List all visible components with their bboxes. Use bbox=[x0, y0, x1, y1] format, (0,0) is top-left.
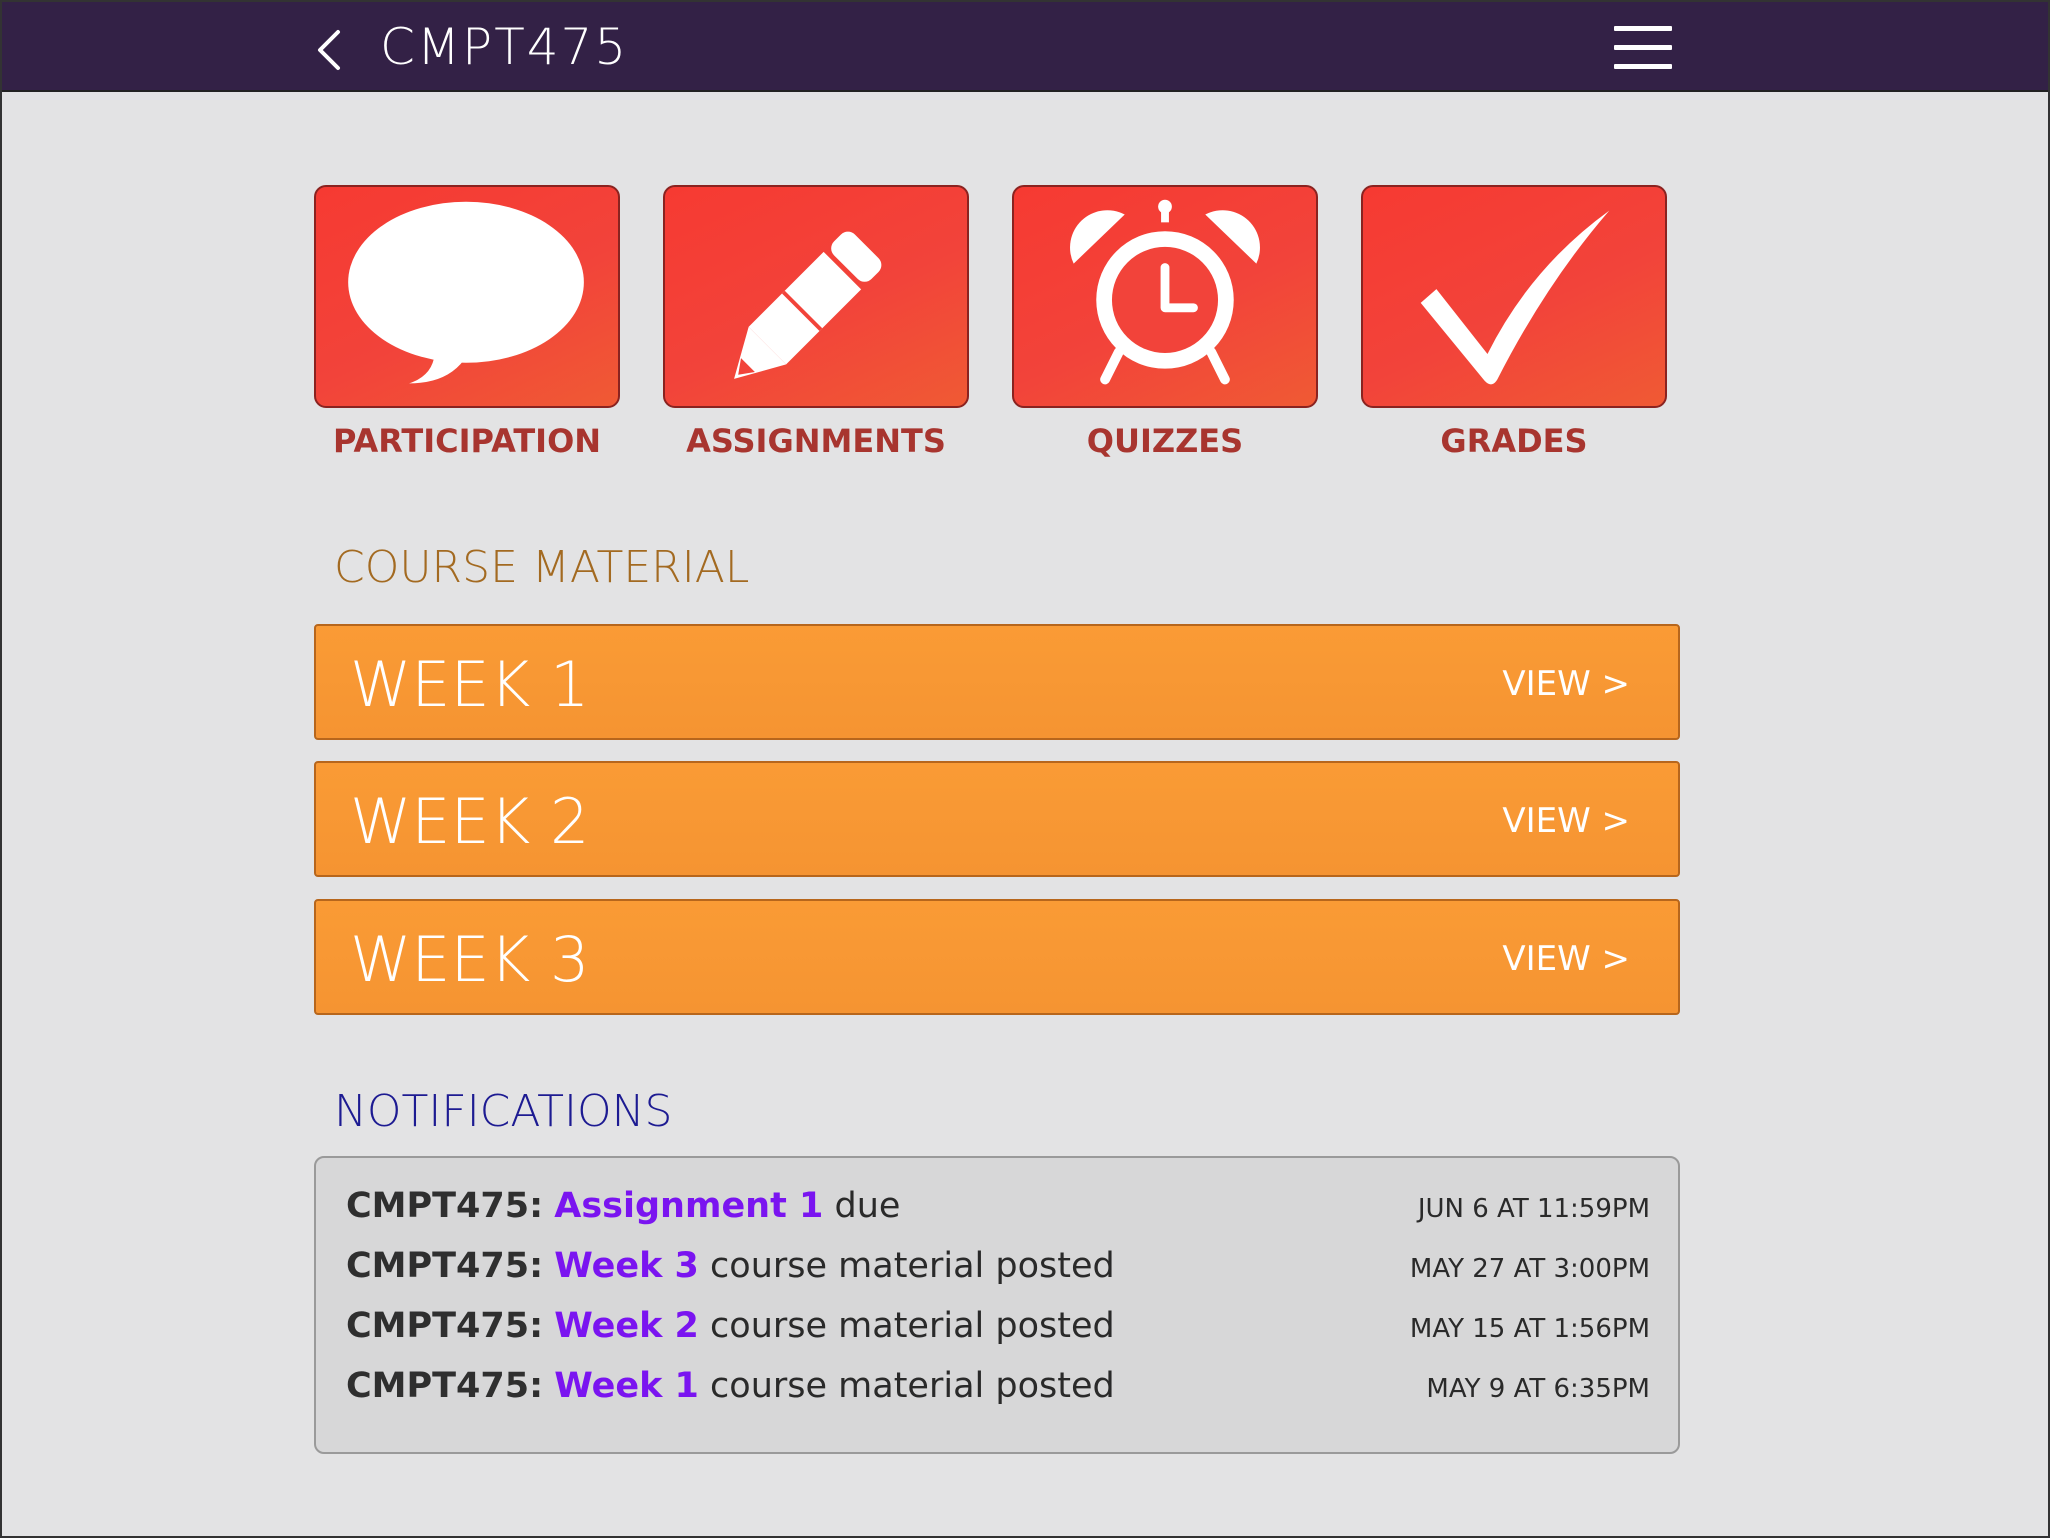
assignments-label: ASSIGNMENTS bbox=[686, 422, 946, 460]
notification-course: CMPT475: bbox=[346, 1186, 544, 1226]
course-material-heading: COURSE MATERIAL bbox=[334, 542, 750, 593]
top-bar: CMPT475 bbox=[2, 2, 2048, 92]
grades-tile[interactable] bbox=[1361, 185, 1667, 408]
grades-label: GRADES bbox=[1440, 422, 1588, 460]
week-label: WEEK 2 bbox=[350, 785, 590, 858]
participation-tile[interactable] bbox=[314, 185, 620, 408]
notification-timestamp: JUN 6 AT 11:59PM bbox=[1417, 1194, 1650, 1224]
week-label: WEEK 1 bbox=[350, 648, 590, 721]
checkmark-icon bbox=[1420, 210, 1610, 385]
speech-bubble-icon bbox=[348, 201, 584, 384]
quizzes-tile[interactable] bbox=[1012, 185, 1318, 408]
notifications-heading: NOTIFICATIONS bbox=[334, 1086, 673, 1137]
week-row-1[interactable]: WEEK 1 VIEW > bbox=[314, 624, 1680, 740]
notification-item: CMPT475: Week 3 course material posted M… bbox=[346, 1238, 1650, 1298]
notification-link[interactable]: Week 2 bbox=[554, 1306, 699, 1346]
view-link[interactable]: VIEW > bbox=[1502, 939, 1630, 979]
hamburger-menu-icon[interactable] bbox=[1614, 26, 1672, 70]
week-row-2[interactable]: WEEK 2 VIEW > bbox=[314, 761, 1680, 877]
notification-text: CMPT475: Assignment 1 due bbox=[346, 1186, 900, 1226]
notification-text: CMPT475: Week 1 course material posted bbox=[346, 1366, 1115, 1406]
notification-timestamp: MAY 15 AT 1:56PM bbox=[1409, 1314, 1650, 1344]
assignments-tile[interactable] bbox=[663, 185, 969, 408]
notification-item: CMPT475: Week 1 course material posted M… bbox=[346, 1358, 1650, 1418]
notification-text: CMPT475: Week 2 course material posted bbox=[346, 1306, 1115, 1346]
notification-message: due bbox=[834, 1186, 901, 1226]
notification-item: CMPT475: Week 2 course material posted M… bbox=[346, 1298, 1650, 1358]
view-link[interactable]: VIEW > bbox=[1502, 664, 1630, 704]
notification-timestamp: MAY 9 AT 6:35PM bbox=[1426, 1374, 1650, 1404]
notification-message: course material posted bbox=[710, 1366, 1115, 1406]
week-label: WEEK 3 bbox=[350, 923, 590, 996]
notification-course: CMPT475: bbox=[346, 1246, 544, 1286]
notification-item: CMPT475: Assignment 1 due JUN 6 AT 11:59… bbox=[346, 1178, 1650, 1238]
participation-label: PARTICIPATION bbox=[332, 422, 602, 460]
pencil-icon bbox=[734, 231, 882, 379]
notification-timestamp: MAY 27 AT 3:00PM bbox=[1409, 1254, 1650, 1284]
notification-link[interactable]: Week 3 bbox=[554, 1246, 699, 1286]
notification-course: CMPT475: bbox=[346, 1306, 544, 1346]
notification-course: CMPT475: bbox=[346, 1366, 544, 1406]
notification-link[interactable]: Assignment 1 bbox=[554, 1186, 823, 1226]
notification-text: CMPT475: Week 3 course material posted bbox=[346, 1246, 1115, 1286]
notification-message: course material posted bbox=[710, 1306, 1115, 1346]
week-row-3[interactable]: WEEK 3 VIEW > bbox=[314, 899, 1680, 1015]
page-title: CMPT475 bbox=[380, 18, 629, 76]
notifications-panel: CMPT475: Assignment 1 due JUN 6 AT 11:59… bbox=[314, 1156, 1680, 1454]
notification-link[interactable]: Week 1 bbox=[554, 1366, 699, 1406]
alarm-clock-icon bbox=[1070, 199, 1260, 385]
back-chevron-icon[interactable] bbox=[314, 28, 344, 72]
view-link[interactable]: VIEW > bbox=[1502, 801, 1630, 841]
quizzes-label: QUIZZES bbox=[1086, 422, 1244, 460]
notification-message: course material posted bbox=[710, 1246, 1115, 1286]
